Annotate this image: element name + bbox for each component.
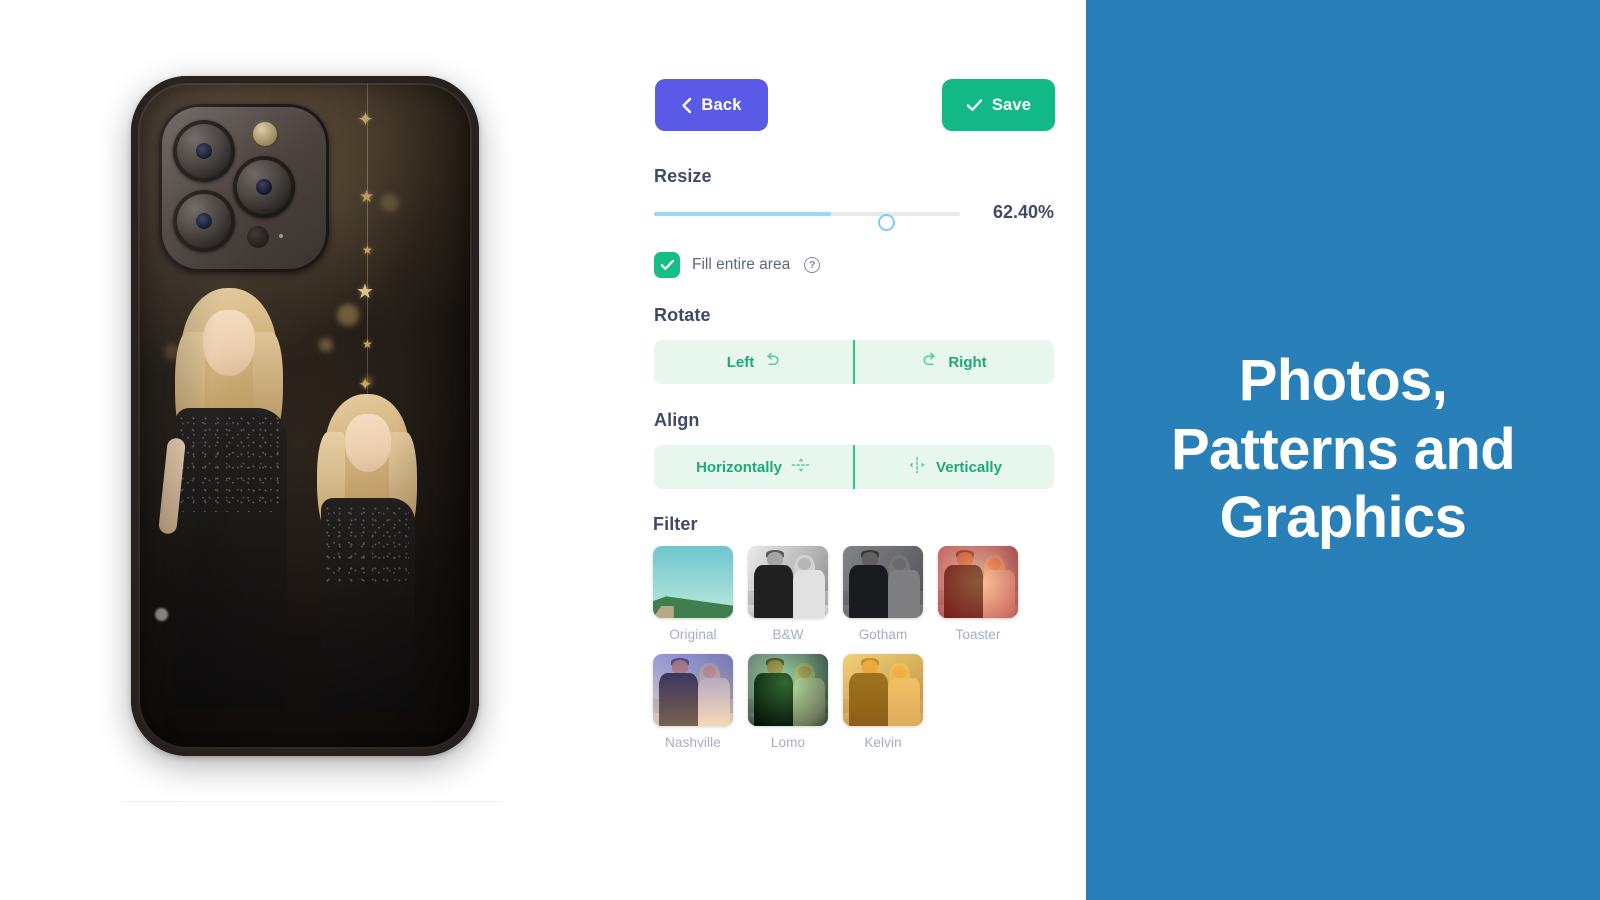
phone-case-preview[interactable]: ✦ ★ ★ ★ ★ ✦ ★ ★ ★ ✦ — [131, 76, 479, 756]
align-horizontally-label: Horizontally — [696, 458, 782, 476]
rotate-left-label: Left — [726, 353, 755, 371]
slider-thumb[interactable] — [878, 214, 895, 231]
filter-thumbnail-gotham[interactable] — [843, 546, 923, 618]
align-vertically-button[interactable]: Vertically — [855, 445, 1054, 489]
power-button — [477, 312, 479, 356]
filter-option[interactable]: Lomo — [748, 654, 843, 750]
check-icon — [966, 98, 983, 112]
filter-option[interactable]: B&W — [748, 546, 843, 642]
filter-option[interactable]: Nashville — [653, 654, 748, 750]
filter-label: B&W — [772, 627, 804, 642]
filter-thumbnail-toaster[interactable] — [938, 546, 1018, 618]
volume-up-button — [131, 298, 133, 356]
thumb-overlay — [938, 546, 1018, 618]
rotate-section-label: Rotate — [654, 305, 711, 325]
mute-switch — [131, 250, 133, 280]
preview-divider — [122, 801, 502, 802]
microphone-icon — [279, 234, 283, 238]
filter-label: Kelvin — [864, 735, 902, 750]
filter-label: Lomo — [770, 735, 806, 750]
rotate-left-button[interactable]: Left — [654, 340, 853, 384]
filter-grid: Original B&W Gotham Toaster Nashville Lo… — [653, 546, 1053, 762]
rotate-right-button[interactable]: Right — [855, 340, 1054, 384]
slider-track[interactable] — [654, 212, 960, 216]
filter-thumbnail-nashville[interactable] — [653, 654, 733, 726]
save-button[interactable]: Save — [942, 79, 1055, 131]
camera-flash-icon — [251, 120, 279, 148]
chevron-left-icon — [681, 97, 692, 114]
align-vertically-label: Vertically — [936, 458, 1002, 476]
camera-module — [159, 104, 329, 272]
filter-thumbnail-original[interactable] — [653, 546, 733, 618]
align-controls: Horizontally Vertically — [654, 445, 1054, 489]
back-button-label: Back — [701, 95, 742, 114]
promo-panel: Photos, Patterns and Graphics — [1086, 0, 1600, 900]
back-button[interactable]: Back — [655, 79, 768, 131]
save-button-label: Save — [991, 95, 1032, 114]
thumb-overlay — [653, 654, 733, 726]
filter-option[interactable]: Toaster — [938, 546, 1033, 642]
filter-section-label: Filter — [653, 514, 698, 534]
resize-section-label: Resize — [654, 166, 712, 186]
camera-lens-icon — [173, 190, 235, 252]
resize-slider[interactable]: 62.40% — [654, 200, 1054, 231]
thumb-overlay — [843, 654, 923, 726]
fill-entire-area-label: Fill entire area — [692, 256, 791, 273]
volume-down-button — [131, 368, 133, 426]
filter-option[interactable]: Gotham — [843, 546, 938, 642]
promo-line-3: Graphics — [1219, 485, 1467, 551]
align-horizontally-button[interactable]: Horizontally — [654, 445, 853, 489]
speaker-cutout — [271, 748, 339, 753]
filter-label: Nashville — [665, 735, 721, 750]
rotate-controls: Left Right — [654, 340, 1054, 384]
align-section-label: Align — [654, 410, 700, 430]
app-root: ✦ ★ ★ ★ ★ ✦ ★ ★ ★ ✦ — [0, 0, 1600, 900]
lidar-sensor-icon — [247, 226, 269, 248]
rotate-left-icon — [763, 352, 780, 373]
power-button — [477, 376, 479, 420]
fill-entire-area-checkbox[interactable] — [654, 252, 680, 278]
rotate-right-icon — [922, 352, 939, 373]
rotate-right-label: Right — [948, 353, 987, 371]
filter-thumbnail-kelvin[interactable] — [843, 654, 923, 726]
promo-line-2: Patterns and — [1170, 416, 1516, 482]
filter-label: Gotham — [858, 627, 908, 642]
fill-entire-area-row[interactable]: Fill entire area ? — [654, 252, 821, 278]
resize-value: 62.40% — [992, 202, 1054, 222]
editor-toolbar: Back Save — [655, 79, 1055, 131]
filter-label: Toaster — [955, 627, 1001, 642]
thumb-overlay — [748, 546, 828, 618]
help-icon[interactable]: ? — [804, 257, 821, 273]
filter-option[interactable]: Kelvin — [843, 654, 938, 750]
camera-lens-icon — [173, 120, 235, 182]
product-preview-pane: ✦ ★ ★ ★ ★ ✦ ★ ★ ★ ✦ — [0, 0, 620, 900]
filter-thumbnail-lomo[interactable] — [748, 654, 828, 726]
thumb-overlay — [748, 654, 828, 726]
slider-fill — [654, 212, 832, 216]
filter-label: Original — [669, 627, 717, 642]
promo-line-1: Photos, — [1238, 348, 1448, 414]
promo-heading: Photos, Patterns and Graphics — [1157, 347, 1529, 552]
filter-thumbnail-bw[interactable] — [748, 546, 828, 618]
image-editor-panel: Back Save Resize 62.40% Fill entire area… — [620, 0, 1086, 900]
camera-lens-icon — [233, 156, 295, 218]
align-horizontal-icon — [791, 456, 811, 478]
align-vertical-icon — [907, 456, 927, 478]
filter-option[interactable]: Original — [653, 546, 748, 642]
thumb-overlay — [843, 546, 923, 618]
